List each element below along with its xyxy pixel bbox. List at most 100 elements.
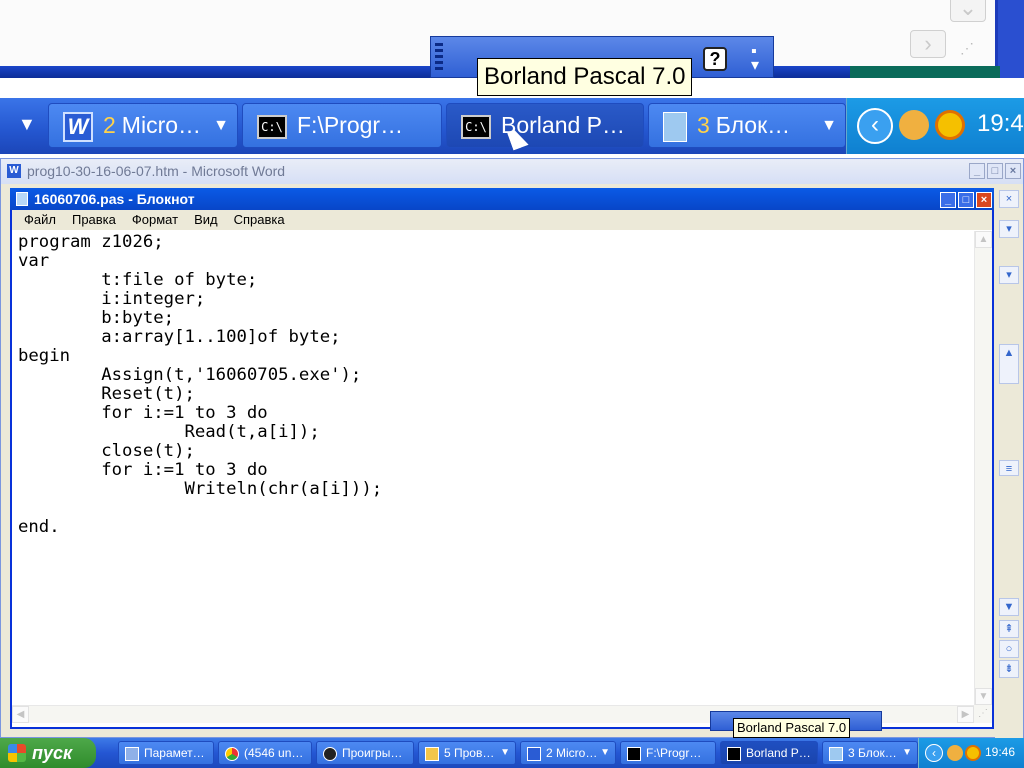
previous-page-button[interactable]: ⇞: [999, 620, 1019, 638]
task-label: 3 Блок…: [848, 746, 897, 760]
task-borland[interactable]: Borland P…: [720, 741, 818, 765]
notepad-vertical-scrollbar[interactable]: ▲ ▼: [974, 231, 992, 705]
magnified-window-edge: [998, 0, 1024, 78]
notepad-close-button[interactable]: ×: [976, 192, 992, 208]
system-tray: ‹ 19:46: [918, 738, 1024, 768]
task-label: F:\Progr…: [646, 746, 702, 760]
word-icon: W: [63, 111, 93, 142]
word-minimize-button[interactable]: _: [969, 163, 985, 179]
next-page-button[interactable]: ⇟: [999, 660, 1019, 678]
task-notepad[interactable]: 3 Блок… ▼: [822, 741, 918, 765]
task-label: Парамет…: [144, 746, 205, 760]
notepad-minimize-button[interactable]: _: [940, 192, 956, 208]
cmd-icon: [627, 746, 641, 761]
task-label: Borland P…: [746, 746, 811, 760]
magnified-task-notepad: 3 Блок… ▼: [648, 103, 846, 148]
dropdown-icon: ▼: [213, 117, 229, 134]
menu-view[interactable]: Вид: [186, 210, 226, 230]
security-icon[interactable]: [965, 745, 981, 761]
toolbar-expand-icon-2[interactable]: ▾: [999, 266, 1019, 284]
word-doc-icon: W: [7, 164, 21, 178]
scroll-right-icon[interactable]: ▶: [957, 706, 974, 723]
start-button[interactable]: пуск: [0, 738, 96, 768]
task-settings[interactable]: Парамет…: [118, 741, 214, 765]
task-label: 2 Micro…: [546, 746, 598, 760]
menu-format[interactable]: Формат: [124, 210, 186, 230]
word-side-controls: × ▾ ▾ ▲ ≡ ▼ ⇞ ○ ⇟: [995, 184, 1023, 739]
scroll-down-icon[interactable]: ▼: [975, 688, 992, 705]
magnified-task-cmd: C:\ F:\Progr…: [242, 103, 442, 148]
task-label: 5 Пров…: [444, 746, 495, 760]
settings-icon: [125, 746, 139, 761]
task-cmd[interactable]: F:\Progr…: [620, 741, 716, 765]
magnified-dropdown-icon: ▼: [18, 114, 36, 134]
task-chrome[interactable]: (4546 un…: [218, 741, 312, 765]
task-group-count: 3: [697, 112, 710, 138]
chrome-icon: [225, 746, 239, 761]
task-explorer[interactable]: 5 Пров… ▼: [418, 741, 516, 765]
folder-icon: [425, 746, 439, 761]
scroll-left-icon[interactable]: ◀: [12, 706, 29, 723]
word-scroll-thumb[interactable]: ≡: [999, 460, 1019, 476]
notepad-icon: [829, 746, 843, 761]
tray-expand-icon[interactable]: ‹: [925, 744, 943, 762]
word-maximize-button[interactable]: □: [987, 163, 1003, 179]
task-label: Блок…: [715, 112, 791, 138]
menu-file[interactable]: Файл: [16, 210, 64, 230]
cmd-icon: [727, 746, 741, 761]
help-icon: ?: [703, 47, 727, 71]
magnified-chevron-right-icon: ›: [910, 30, 946, 58]
magnified-task-borland: C:\ Borland P…: [446, 103, 644, 148]
grip-icon: [435, 43, 443, 73]
menu-edit[interactable]: Правка: [64, 210, 124, 230]
task-label: Проигры…: [342, 746, 403, 760]
start-label: пуск: [32, 743, 73, 763]
magnified-desktop-strip: [850, 66, 1000, 78]
magnified-resize-grip-icon: ⋰: [960, 40, 974, 56]
security-icon: [935, 110, 965, 140]
windows-logo-icon: [8, 744, 26, 762]
scroll-up-icon[interactable]: ▲: [975, 231, 992, 248]
magnified-system-tray: ‹ 19:4: [846, 98, 1024, 154]
options-icon: ▪ ▾: [751, 43, 760, 74]
select-browse-object-button[interactable]: ○: [999, 640, 1019, 658]
tooltip: Borland Pascal 7.0: [733, 718, 851, 738]
task-label: (4546 un…: [244, 746, 304, 760]
word-doc-close-icon[interactable]: ×: [999, 190, 1019, 208]
notepad-text-area[interactable]: program z1026; var t:file of byte; i:int…: [14, 231, 974, 705]
word-window-title: prog10-30-16-06-07.htm - Microsoft Word: [27, 163, 286, 179]
task-label: Micro…: [121, 112, 202, 138]
notepad-title-bar[interactable]: 16060706.pas - Блокнот _ □ ×: [10, 188, 994, 210]
notepad-window: 16060706.pas - Блокнот _ □ × Файл Правка…: [10, 188, 994, 729]
notepad-icon: [663, 111, 687, 142]
player-icon: [323, 746, 337, 761]
magnified-clock: 19:4: [977, 110, 1024, 137]
clock[interactable]: 19:46: [985, 745, 1015, 759]
dropdown-icon: ▼: [600, 747, 610, 758]
word-scroll-down-button[interactable]: ▼: [999, 598, 1019, 616]
network-icon: [899, 110, 929, 140]
network-icon[interactable]: [947, 745, 963, 761]
cmd-icon: C:\: [461, 114, 491, 139]
magnified-chevron-down-icon: ⌄: [950, 0, 986, 22]
word-close-button[interactable]: ×: [1005, 163, 1021, 179]
task-word[interactable]: 2 Micro… ▼: [520, 741, 616, 765]
word-icon: [527, 746, 541, 761]
dropdown-icon: ▼: [500, 747, 510, 758]
toolbar-expand-icon[interactable]: ▾: [999, 220, 1019, 238]
resize-grip-icon[interactable]: ⋰: [974, 705, 992, 723]
menu-help[interactable]: Справка: [226, 210, 293, 230]
notepad-menu-bar: Файл Правка Формат Вид Справка: [12, 210, 992, 230]
word-scroll-up-button[interactable]: ▲: [999, 344, 1019, 384]
tray-expand-icon: ‹: [857, 108, 893, 144]
notepad-maximize-button[interactable]: □: [958, 192, 974, 208]
magnified-tooltip: Borland Pascal 7.0: [477, 58, 693, 96]
word-title-bar[interactable]: W prog10-30-16-06-07.htm - Microsoft Wor…: [1, 159, 1023, 184]
task-group-count: 2: [103, 112, 116, 138]
notepad-icon: [16, 192, 28, 206]
task-player[interactable]: Проигры…: [316, 741, 414, 765]
dropdown-icon: ▼: [902, 747, 912, 758]
dropdown-icon: ▼: [821, 117, 837, 134]
taskbar: пуск Парамет… (4546 un… Проигры… 5 Пров……: [0, 738, 1024, 768]
task-label: F:\Progr…: [297, 112, 404, 138]
